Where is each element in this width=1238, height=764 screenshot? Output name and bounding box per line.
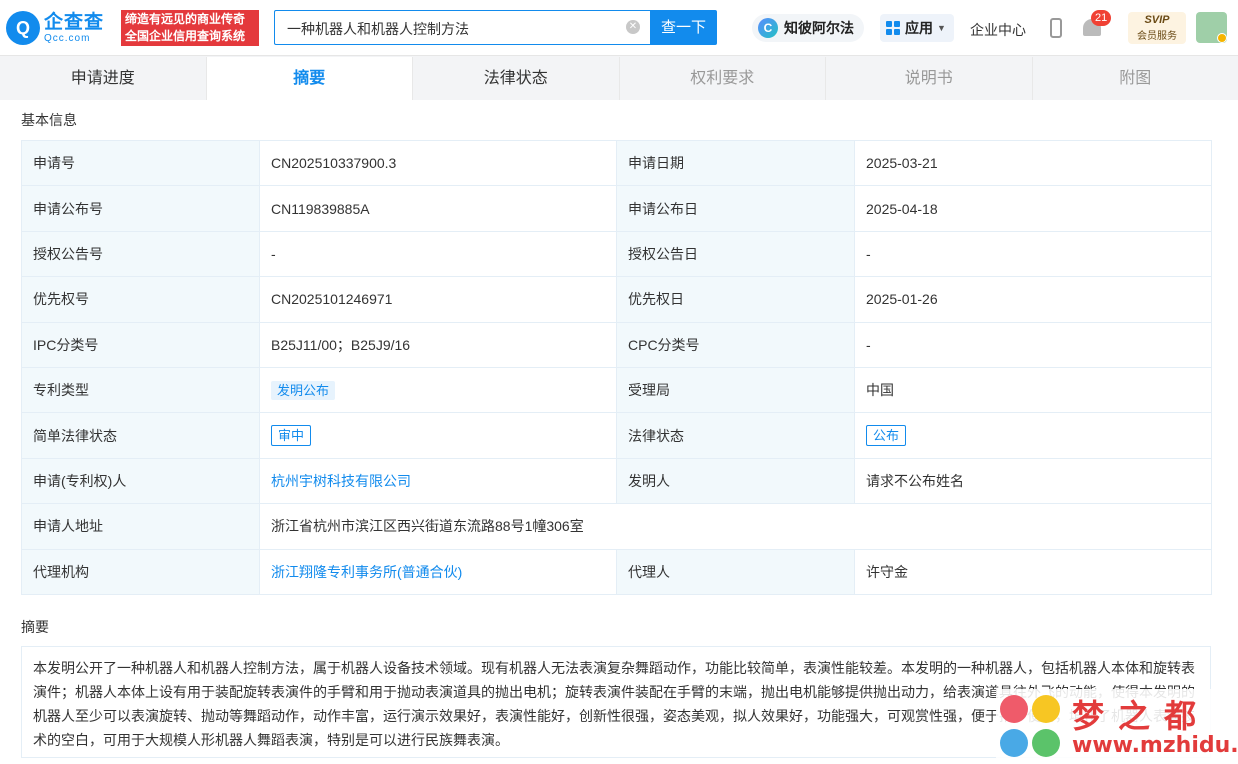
applicant-link[interactable]: 杭州宇树科技有限公司 <box>271 473 411 489</box>
zhibi-alpha-button[interactable]: C 知彼阿尔法 <box>752 14 864 42</box>
logo-icon: Q <box>6 11 40 45</box>
face-icon <box>1000 695 1028 723</box>
top-header: Q 企查查 Qcc.com 缔造有远见的商业传奇 全国企业信用查询系统 一种机器… <box>0 0 1238 56</box>
field-label: 申请日期 <box>616 139 855 187</box>
simple-legal-status-tag: 审中 <box>271 425 312 447</box>
vip-dot-icon <box>1217 33 1227 43</box>
logo-text: 企查查 Qcc.com <box>44 13 104 44</box>
face-icon <box>1000 729 1028 757</box>
field-label: 优先权日 <box>616 276 855 323</box>
field-value: 浙江省杭州市滨江区西兴街道东流路88号1幢306室 <box>259 503 1212 550</box>
table-row: 专利类型 发明公布 受理局 中国 <box>21 366 1212 414</box>
face-icon <box>1032 695 1060 723</box>
enterprise-center-link[interactable]: 企业中心 <box>970 20 1026 40</box>
field-label: 发明人 <box>616 457 855 505</box>
table-row: IPC分类号 B25J11/00；B25J9/16 CPC分类号 - <box>21 321 1212 368</box>
avatar[interactable] <box>1196 12 1227 43</box>
caret-down-icon: ▼ <box>937 23 946 33</box>
field-value: 许守金 <box>854 548 1212 595</box>
table-row: 授权公告号 - 授权公告日 - <box>21 230 1212 278</box>
field-label: 授权公告日 <box>616 230 855 278</box>
field-label: 受理局 <box>616 366 855 414</box>
table-row: 优先权号 CN2025101246971 优先权日 2025-01-26 <box>21 276 1212 323</box>
field-value: 浙江翔隆专利事务所(普通合伙) <box>259 548 617 595</box>
field-label: 申请公布号 <box>21 185 260 232</box>
table-row: 申请公布号 CN119839885A 申请公布日 2025-04-18 <box>21 185 1212 232</box>
table-row: 申请(专利权)人 杭州宇树科技有限公司 发明人 请求不公布姓名 <box>21 457 1212 505</box>
field-label: 法律状态 <box>616 412 855 459</box>
svip-button[interactable]: SVIP 会员服务 <box>1128 12 1186 44</box>
field-value: - <box>854 321 1212 368</box>
apps-label: 应用 <box>905 20 933 36</box>
watermark-url: www.mzhidu.com <box>1072 733 1238 758</box>
search-button[interactable]: 查一下 <box>650 10 717 45</box>
table-row: 申请人地址 浙江省杭州市滨江区西兴街道东流路88号1幢306室 <box>21 503 1212 550</box>
zhibi-icon: C <box>758 18 778 38</box>
field-value: 杭州宇树科技有限公司 <box>259 457 617 505</box>
field-value: CN202510337900.3 <box>259 139 617 187</box>
apps-menu-button[interactable]: 应用 ▼ <box>880 14 954 42</box>
field-value: CN119839885A <box>259 185 617 232</box>
agency-link[interactable]: 浙江翔隆专利事务所(普通合伙) <box>271 564 462 580</box>
field-value: 2025-03-21 <box>854 139 1212 187</box>
basic-info-title: 基本信息 <box>21 112 77 128</box>
qcc-logo[interactable]: Q 企查查 Qcc.com <box>6 9 104 47</box>
field-label: 专利类型 <box>21 366 260 414</box>
field-label: 优先权号 <box>21 276 260 323</box>
field-label: IPC分类号 <box>21 321 260 368</box>
field-label: CPC分类号 <box>616 321 855 368</box>
field-label: 授权公告号 <box>21 230 260 278</box>
tab-bar: 申请进度 摘要 法律状态 权利要求 说明书 附图 <box>0 57 1238 100</box>
slogan-banner: 缔造有远见的商业传奇 全国企业信用查询系统 <box>121 10 259 46</box>
field-value: B25J11/00；B25J9/16 <box>259 321 617 368</box>
tab-abstract[interactable]: 摘要 <box>206 57 413 100</box>
field-value: 2025-01-26 <box>854 276 1212 323</box>
watermark-title: 梦之都 <box>1072 697 1211 735</box>
grid-icon <box>886 21 900 35</box>
field-label: 申请(专利权)人 <box>21 457 260 505</box>
abstract-title: 摘要 <box>21 619 49 635</box>
tab-claims[interactable]: 权利要求 <box>620 57 826 100</box>
logo-en: Qcc.com <box>44 32 91 44</box>
logo-cn: 企查查 <box>44 11 105 33</box>
basic-info-table: 申请号 CN202510337900.3 申请日期 2025-03-21 申请公… <box>21 139 1212 595</box>
field-value: 发明公布 <box>259 366 617 414</box>
field-label: 代理机构 <box>21 548 260 595</box>
face-icon <box>1032 729 1060 757</box>
field-value: 公布 <box>854 412 1212 459</box>
tab-progress[interactable]: 申请进度 <box>0 57 207 100</box>
table-row: 申请号 CN202510337900.3 申请日期 2025-03-21 <box>21 139 1212 187</box>
zhibi-label: 知彼阿尔法 <box>784 20 854 36</box>
tab-legal-status[interactable]: 法律状态 <box>413 57 620 100</box>
site-watermark: 梦之都 www.mzhidu.com <box>996 689 1238 764</box>
field-label: 申请号 <box>21 139 260 187</box>
mobile-phone-icon[interactable] <box>1050 18 1062 38</box>
field-label: 申请人地址 <box>21 503 260 550</box>
slogan-line1: 缔造有远见的商业传奇 <box>125 12 246 26</box>
notification-badge: 21 <box>1091 10 1112 26</box>
table-row: 简单法律状态 审中 法律状态 公布 <box>21 412 1212 459</box>
field-label: 申请公布日 <box>616 185 855 232</box>
patent-type-tag: 发明公布 <box>271 380 336 400</box>
field-value: 中国 <box>854 366 1212 414</box>
field-value: CN2025101246971 <box>259 276 617 323</box>
clear-icon[interactable]: ✕ <box>626 20 640 34</box>
field-label: 代理人 <box>616 548 855 595</box>
table-row: 代理机构 浙江翔隆专利事务所(普通合伙) 代理人 许守金 <box>21 548 1212 595</box>
field-value: 2025-04-18 <box>854 185 1212 232</box>
field-value: - <box>259 230 617 278</box>
legal-status-tag: 公布 <box>866 425 907 447</box>
tab-drawings[interactable]: 附图 <box>1033 57 1238 100</box>
svip-label: SVIP <box>1144 14 1170 26</box>
search-input[interactable]: 一种机器人和机器人控制方法 <box>274 10 650 45</box>
field-value: 审中 <box>259 412 617 459</box>
tab-specification[interactable]: 说明书 <box>826 57 1033 100</box>
field-value: 请求不公布姓名 <box>854 457 1212 505</box>
field-label: 简单法律状态 <box>21 412 260 459</box>
main-content: 基本信息 申请号 CN202510337900.3 申请日期 2025-03-2… <box>0 100 1238 764</box>
svip-sub-label: 会员服务 <box>1137 31 1177 42</box>
slogan-line2: 全国企业信用查询系统 <box>125 29 246 43</box>
field-value: - <box>854 230 1212 278</box>
